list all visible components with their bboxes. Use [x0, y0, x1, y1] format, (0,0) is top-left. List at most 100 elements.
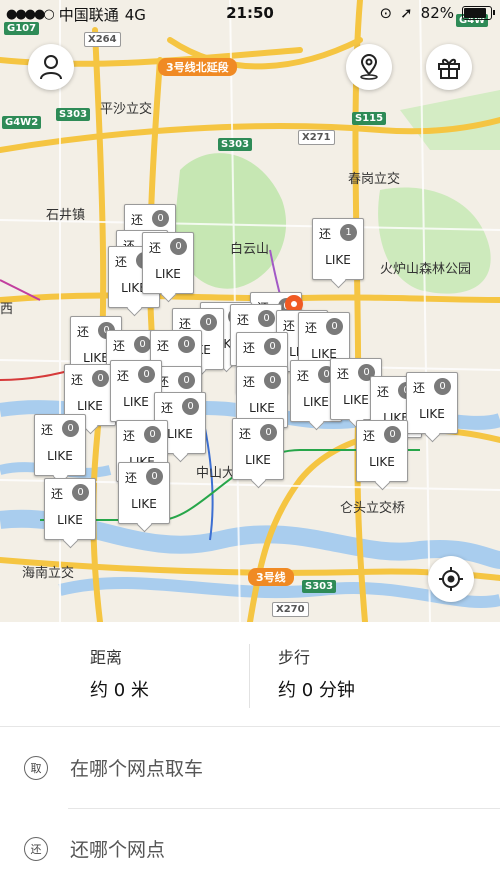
road-shield: S303 — [302, 580, 337, 593]
marker-count: 0 — [264, 372, 281, 389]
marker-count: 0 — [138, 366, 155, 383]
marker-badge: 还 — [51, 487, 64, 501]
map-label: 平沙立交 — [100, 102, 153, 117]
map-label: 仑头立交桥 — [340, 501, 406, 516]
marker-count: 0 — [178, 372, 195, 389]
marker-badge: 还 — [125, 471, 138, 485]
divider — [68, 808, 500, 809]
marker-label: LIKE — [325, 253, 351, 267]
pickup-station-label: 在哪个网点取车 — [70, 758, 204, 780]
stations-button[interactable] — [346, 44, 392, 90]
status-bar: ●●●●○ 中国联通 4G 21:50 ⊙ ➚ 82% — [0, 0, 500, 28]
marker-count: 0 — [92, 370, 109, 387]
marker-label: LIKE — [245, 453, 271, 467]
station-marker[interactable]: 还 1 LIKE — [312, 218, 364, 280]
road-shield: S115 — [352, 112, 387, 125]
marker-count: 0 — [384, 426, 401, 443]
marker-label: LIKE — [77, 399, 103, 413]
station-marker[interactable]: 还0 LIKE — [232, 418, 284, 480]
station-marker[interactable]: 还0 LIKE — [142, 232, 194, 294]
marker-badge: 还 — [243, 341, 256, 355]
marker-count: 0 — [326, 318, 343, 335]
marker-count: 0 — [72, 484, 89, 501]
metro-shield: 3号线北延段 — [158, 58, 237, 76]
marker-badge: 还 — [71, 373, 84, 387]
marker-label: LIKE — [249, 401, 275, 415]
map-label: 海南立交 — [22, 566, 75, 581]
marker-label: LIKE — [131, 497, 157, 511]
marker-count: 0 — [258, 310, 275, 327]
marker-count: 0 — [62, 420, 79, 437]
pickup-station-row[interactable]: 取 在哪个网点取车 — [24, 754, 203, 781]
distance-stat: 距离 约 0 米 — [90, 644, 149, 702]
road-shield: S303 — [218, 138, 253, 151]
trip-info-panel: 距离 约 0 米 步行 约 0 分钟 取 在哪个网点取车 还 还哪个网点 — [0, 622, 500, 888]
marker-label: LIKE — [57, 513, 83, 527]
crosshair-icon — [439, 567, 463, 591]
road-shield: X264 — [84, 32, 121, 47]
marker-badge: 还 — [149, 241, 162, 255]
marker-badge: 还 — [117, 369, 130, 383]
marker-badge: 还 — [237, 313, 250, 327]
marker-count: 1 — [340, 224, 357, 241]
app-screen: 平沙立交 春岗立交 石井镇 白云山 火炉山森林公园 仑头立交桥 海南立交 中山大… — [0, 0, 500, 888]
marker-badge: 还 — [319, 227, 332, 241]
marker-badge: 还 — [305, 321, 318, 335]
marker-count: 0 — [146, 468, 163, 485]
marker-count: 0 — [200, 314, 217, 331]
marker-badge: 还 — [337, 367, 350, 381]
map-label: 石井镇 — [46, 208, 86, 223]
station-marker[interactable]: 还0 LIKE — [44, 478, 96, 540]
marker-badge: 还 — [243, 375, 256, 389]
gift-button[interactable] — [426, 44, 472, 90]
map-pin-icon — [360, 54, 378, 80]
user-icon — [40, 55, 62, 80]
map-label: 西 — [0, 302, 14, 317]
station-marker[interactable]: 还0 LIKE — [356, 420, 408, 482]
map-label: 春岗立交 — [348, 172, 401, 187]
marker-count: 0 — [152, 210, 169, 227]
marker-badge: 还 — [157, 339, 170, 353]
divider — [0, 726, 500, 727]
distance-value: 约 0 米 — [90, 680, 149, 701]
divider — [249, 644, 250, 708]
marker-label: LIKE — [155, 267, 181, 281]
marker-badge: 还 — [363, 429, 376, 443]
marker-badge: 还 — [77, 325, 90, 339]
rotation-lock-icon: ⊙ — [379, 4, 393, 22]
marker-count: 0 — [178, 336, 195, 353]
marker-badge: 还 — [377, 385, 390, 399]
profile-button[interactable] — [28, 44, 74, 90]
map-view[interactable]: 平沙立交 春岗立交 石井镇 白云山 火炉山森林公园 仑头立交桥 海南立交 中山大… — [0, 0, 500, 622]
walk-label: 步行 — [278, 648, 311, 667]
walk-value: 约 0 分钟 — [278, 680, 355, 701]
location-arrow-icon: ➚ — [400, 4, 413, 22]
marker-badge: 还 — [131, 213, 144, 227]
marker-badge: 还 — [161, 401, 174, 415]
marker-badge: 还 — [115, 255, 128, 269]
marker-count: 0 — [182, 398, 199, 415]
marker-count: 0 — [434, 378, 451, 395]
return-station-row[interactable]: 还 还哪个网点 — [24, 835, 165, 862]
distance-label: 距离 — [90, 648, 123, 667]
marker-count: 0 — [260, 424, 277, 441]
road-shield: X271 — [298, 130, 335, 145]
locate-me-button[interactable] — [428, 556, 474, 602]
road-shield: X270 — [272, 602, 309, 617]
station-marker[interactable]: 还0 LIKE — [406, 372, 458, 434]
marker-badge: 还 — [297, 369, 310, 383]
return-icon: 还 — [24, 836, 48, 861]
station-marker[interactable]: 还0 LIKE — [118, 462, 170, 524]
marker-label: LIKE — [47, 449, 73, 463]
marker-badge: 还 — [113, 339, 126, 353]
map-label: 火炉山森林公园 — [380, 262, 472, 277]
marker-count: 0 — [144, 426, 161, 443]
map-label: 白云山 — [230, 242, 270, 257]
pickup-icon: 取 — [24, 755, 48, 780]
gift-icon — [438, 58, 460, 79]
marker-count: 0 — [170, 238, 187, 255]
return-station-label: 还哪个网点 — [70, 839, 166, 861]
station-marker[interactable]: 还0 LIKE — [34, 414, 86, 476]
metro-shield: 3号线 — [248, 568, 294, 586]
marker-badge: 还 — [413, 381, 426, 395]
